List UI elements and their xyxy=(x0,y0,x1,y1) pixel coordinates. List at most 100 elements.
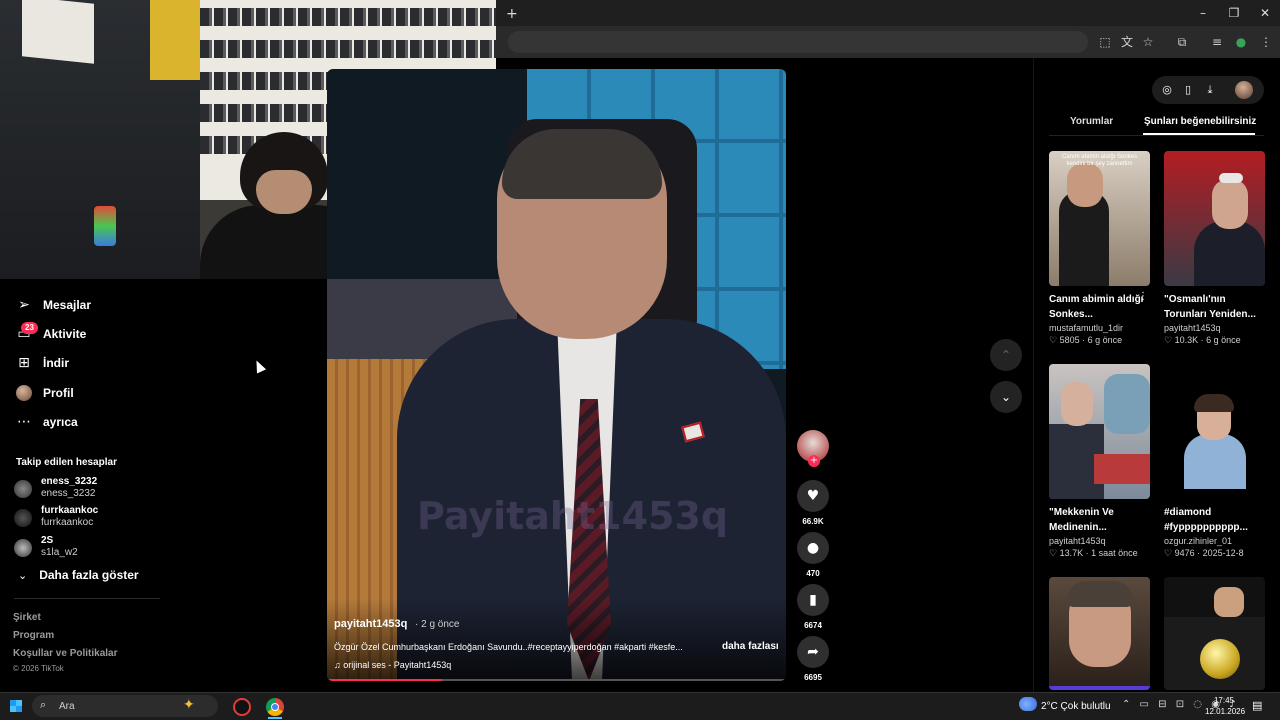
card-author: mustafamutlu_1dir xyxy=(1049,323,1124,333)
video-card[interactable]: "Osmanlı'nın Torunları Yeniden... payita… xyxy=(1164,151,1265,346)
menu-icon[interactable]: ⋮ xyxy=(1258,34,1274,50)
weather-text[interactable]: 2°C Çok bulutlu xyxy=(1041,701,1111,712)
sidebar-item-messages[interactable]: ➢ Mesajlar xyxy=(14,293,91,317)
download-box-icon: ⊞ xyxy=(18,355,30,371)
new-tab-button[interactable]: + xyxy=(506,6,518,22)
video-more-button[interactable]: daha fazlası xyxy=(722,641,779,652)
weather-icon[interactable] xyxy=(1019,697,1037,711)
clock[interactable]: 17:45 12.01.2026 xyxy=(1205,695,1245,717)
video-speaker-hair xyxy=(502,129,662,199)
screenshot-icon[interactable]: ⬚ xyxy=(1097,34,1113,50)
card-title: #diamond #fypppppppppp... xyxy=(1164,507,1248,533)
restore-icon[interactable]: ❐ xyxy=(1224,5,1244,21)
notification-badge: 23 xyxy=(21,322,38,334)
more-vertical-icon[interactable]: ⋮ xyxy=(1138,291,1148,302)
video-player[interactable]: Payitaht1453q payitaht1453q · 2 g önce Ö… xyxy=(327,69,786,681)
share-count: 6695 xyxy=(804,673,822,682)
sidebar-item-more[interactable]: ⋯ ayrıca xyxy=(14,410,78,434)
bookmark-icon: ▮ xyxy=(797,584,829,616)
notification-icon[interactable]: ▤ xyxy=(1252,699,1262,712)
thumbnail-caption: Canım abimin aldığı Sonkes kendini bir ş… xyxy=(1061,154,1138,167)
following-account[interactable]: 2S s1la_w2 xyxy=(14,535,214,561)
video-description: Özgür Özel Cumhurbaşkanı Erdoğanı Savund… xyxy=(334,642,683,652)
account-handle: eness_3232 xyxy=(41,488,96,499)
download-icon[interactable]: ⤓ xyxy=(1202,82,1218,98)
previous-video-button[interactable]: ⌃ xyxy=(990,339,1022,371)
following-account[interactable]: furrkaankoc furrkaankoc xyxy=(14,505,214,531)
profile-avatar-wrap xyxy=(14,383,34,403)
card-title: Canım abimin aldığı Sonkes... xyxy=(1049,294,1144,320)
sidebar-item-download[interactable]: ⊞ İndir xyxy=(14,351,69,375)
close-icon[interactable]: ✕ xyxy=(1255,5,1275,21)
video-thumbnail: Canım abimin aldığı Sonkes kendini bir ş… xyxy=(1049,151,1150,286)
account-handle: s1la_w2 xyxy=(41,547,78,558)
card-stats: ♡ 13.7K · 1 saat önce xyxy=(1049,548,1138,558)
video-thumbnail xyxy=(1049,577,1150,690)
address-bar[interactable] xyxy=(508,31,1088,53)
video-card[interactable] xyxy=(1049,577,1150,690)
video-author[interactable]: payitaht1453q xyxy=(334,618,407,630)
card-stats: ♡ 9476 · 2025-12-8 xyxy=(1164,548,1244,558)
playlist-icon[interactable]: ≡ xyxy=(1209,34,1225,50)
extensions-icon[interactable]: ⧉ xyxy=(1174,34,1190,50)
like-button[interactable]: ♥ 66.9K xyxy=(797,480,829,526)
search-icon: ⌕ xyxy=(40,698,47,711)
profile-icon[interactable]: ● xyxy=(1233,34,1249,50)
chrome-app-icon-center xyxy=(271,703,279,711)
avatar[interactable] xyxy=(1235,81,1253,99)
tab-you-may-like[interactable]: Şunları beğenebilirsiniz xyxy=(1144,116,1256,127)
save-count: 6674 xyxy=(804,621,822,630)
clock-time: 17:45 xyxy=(1213,696,1235,705)
video-card[interactable]: Canım abimin aldığı Sonkes kendini bir ş… xyxy=(1049,151,1150,346)
video-thumbnail xyxy=(1164,364,1265,499)
show-more-button[interactable]: ⌄ Daha fazla göster xyxy=(14,568,139,582)
tab-divider xyxy=(1049,135,1264,136)
translate-icon[interactable]: 文 xyxy=(1119,34,1135,50)
minimize-icon[interactable]: – xyxy=(1193,5,1213,21)
video-thumbnail xyxy=(1049,364,1150,499)
avatar xyxy=(14,480,32,498)
footer-link-company[interactable]: Şirket xyxy=(13,612,41,623)
save-button[interactable]: ▮ 6674 xyxy=(797,584,829,630)
tab-comments[interactable]: Yorumlar xyxy=(1070,116,1113,127)
avatar xyxy=(14,539,32,557)
video-progress-fill xyxy=(327,679,442,681)
account-name: eness_3232 xyxy=(41,476,98,487)
share-button[interactable]: ➦ 6695 xyxy=(797,636,829,682)
webcam-yellow-wall xyxy=(150,0,202,80)
video-card[interactable]: #diamond #fypppppppppp... ozgur.zihinler… xyxy=(1164,364,1265,559)
divider xyxy=(14,598,160,599)
video-thumbnail xyxy=(1164,151,1265,286)
taskbar-search-placeholder: Ara xyxy=(59,701,75,712)
phone-icon[interactable]: ▯ xyxy=(1180,82,1196,98)
obs-app-icon[interactable] xyxy=(233,698,251,716)
heart-icon: ♥ xyxy=(797,480,829,512)
video-music[interactable]: ♫ orijinal ses - Payitaht1453q xyxy=(334,660,451,670)
card-stats: ♡ 10.3K · 6 g önce xyxy=(1164,335,1241,345)
sidebar-item-profile[interactable]: Profil xyxy=(14,381,74,405)
copyright: © 2026 TikTok xyxy=(13,664,64,673)
comment-icon: ● xyxy=(797,532,829,564)
following-account[interactable]: eness_3232 eness_3232 xyxy=(14,476,214,502)
windows-start-icon[interactable] xyxy=(10,700,22,712)
chevron-up-icon: ⌃ xyxy=(1000,348,1012,362)
more-dots-icon: ⋯ xyxy=(17,414,31,430)
comment-count: 470 xyxy=(806,569,820,578)
video-card[interactable]: "Mekkenin Ve Medinenin... payitaht1453q … xyxy=(1049,364,1150,559)
video-thumbnail xyxy=(1164,577,1265,690)
footer-link-terms[interactable]: Koşullar ve Politikalar xyxy=(13,648,118,659)
card-title: "Mekkenin Ve Medinenin... xyxy=(1049,507,1114,533)
footer-link-program[interactable]: Program xyxy=(13,630,54,641)
webcam-person-face xyxy=(256,170,312,214)
video-card[interactable] xyxy=(1164,577,1265,690)
following-heading: Takip edilen hesaplar xyxy=(16,457,117,468)
comment-button[interactable]: ● 470 xyxy=(797,532,829,578)
star-icon[interactable]: ☆ xyxy=(1140,34,1156,50)
avatar xyxy=(14,509,32,527)
card-title: "Osmanlı'nın Torunları Yeniden... xyxy=(1164,294,1256,320)
webcam-rgb-light xyxy=(94,206,116,246)
account-name: furrkaankoc xyxy=(41,505,99,516)
follow-plus-icon[interactable]: + xyxy=(808,455,820,467)
next-video-button[interactable]: ⌄ xyxy=(990,381,1022,413)
compass-icon[interactable]: ◎ xyxy=(1159,82,1175,98)
